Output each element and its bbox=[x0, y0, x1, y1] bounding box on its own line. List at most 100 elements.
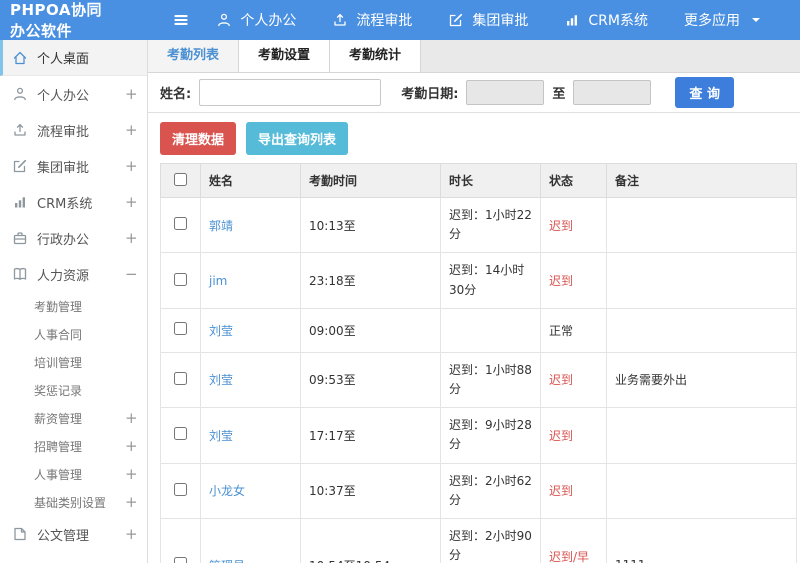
expand-toggle-icon[interactable]: + bbox=[125, 525, 138, 543]
table-row: jim 23:18至 迟到：14小时30分 迟到 bbox=[160, 252, 797, 309]
employee-name-link[interactable]: 刘莹 bbox=[209, 324, 233, 338]
sidebar-subitem-7-1[interactable]: 考勤管理 bbox=[0, 292, 147, 320]
sidebar-subitem-7-5[interactable]: 薪资管理 + bbox=[0, 404, 147, 432]
chart-icon bbox=[15, 197, 25, 208]
table-row: 刘莹 17:17至 迟到：9小时28分 迟到 bbox=[160, 407, 797, 464]
table-container: 姓名 考勤时间 时长 状态 备注 郭靖 10:13至 迟到：1小时22分 迟到 jim 23:18… bbox=[148, 163, 800, 563]
expand-toggle-icon[interactable]: + bbox=[125, 437, 138, 455]
top-nav-item-5[interactable]: 更多应用 bbox=[684, 10, 764, 30]
select-all-header bbox=[160, 163, 201, 198]
status-cell: 正常 bbox=[540, 307, 607, 353]
sidebar-item-7[interactable]: 人力资源 − bbox=[0, 256, 147, 292]
app-title: PHPOA协同办公软件 bbox=[10, 1, 102, 40]
clean-data-button[interactable]: 清理数据 bbox=[160, 122, 237, 155]
content-panel: 考勤列表 考勤设置 考勤统计 姓名: 考勤日期: 至 查 询 清理数据 导出查询列表… bbox=[148, 40, 800, 563]
employee-name-link[interactable]: 郭靖 bbox=[209, 219, 233, 233]
status-cell: 迟到 bbox=[540, 196, 607, 254]
time-cell: 10:13至 bbox=[300, 196, 441, 254]
sidebar-subitem-7-2[interactable]: 人事合同 bbox=[0, 320, 147, 348]
tab-2[interactable]: 考勤设置 bbox=[239, 40, 331, 72]
sidebar-item-label: 人力资源 bbox=[37, 268, 90, 284]
sidebar-subitem-7-4[interactable]: 奖惩记录 bbox=[0, 376, 147, 404]
date-from-input[interactable] bbox=[466, 80, 545, 105]
remark-cell bbox=[606, 307, 797, 353]
tab-3[interactable]: 考勤统计 bbox=[330, 40, 422, 72]
name-cell: 郭靖 bbox=[200, 196, 301, 254]
top-nav-item-label: CRM系统 bbox=[588, 13, 648, 29]
export-list-button[interactable]: 导出查询列表 bbox=[246, 122, 349, 155]
column-header-4: 状态 bbox=[540, 163, 607, 198]
hamburger-menu-button[interactable] bbox=[172, 11, 190, 29]
row-checkbox[interactable] bbox=[174, 557, 187, 563]
select-all-checkbox[interactable] bbox=[174, 172, 187, 186]
remark-cell: 业务需要外出 bbox=[606, 351, 797, 409]
sidebar-subitem-7-8[interactable]: 基础类别设置 + bbox=[0, 488, 147, 516]
sidebar-item-8[interactable]: 公文管理 + bbox=[0, 516, 147, 552]
row-checkbox[interactable] bbox=[174, 371, 187, 385]
top-nav-item-3[interactable]: 集团审批 bbox=[448, 10, 528, 30]
row-checkbox[interactable] bbox=[174, 427, 187, 441]
column-header-2: 考勤时间 bbox=[300, 163, 441, 198]
expand-toggle-icon[interactable]: + bbox=[125, 193, 138, 211]
name-label: 姓名: bbox=[160, 87, 192, 102]
user-icon bbox=[14, 87, 26, 101]
date-to-input[interactable] bbox=[573, 80, 652, 105]
row-checkbox-cell bbox=[160, 196, 201, 254]
expand-toggle-icon[interactable]: + bbox=[125, 157, 138, 175]
expand-toggle-icon[interactable]: + bbox=[125, 229, 138, 247]
top-nav-item-1[interactable]: 个人办公 bbox=[216, 10, 296, 30]
tab-1[interactable]: 考勤列表 bbox=[148, 40, 240, 72]
status-badge: 迟到 bbox=[549, 484, 574, 499]
expand-toggle-icon[interactable]: − bbox=[125, 265, 138, 283]
row-checkbox[interactable] bbox=[174, 322, 187, 336]
main-layout: 个人桌面 个人办公 + 流程审批 + 集团审批 + CRM系统 + 行政办公 + 人力资源 − 考勤管理人… bbox=[0, 40, 800, 563]
sidebar-item-4[interactable]: 集团审批 + bbox=[0, 148, 147, 184]
sidebar-item-9[interactable]: 用车管理+ bbox=[0, 552, 147, 563]
expand-toggle-icon[interactable]: + bbox=[125, 85, 138, 103]
remark-cell bbox=[606, 252, 797, 309]
sidebar-subitem-label: 招聘管理 bbox=[34, 439, 83, 454]
sidebar-subitem-label: 基础类别设置 bbox=[34, 495, 107, 510]
expand-toggle-icon[interactable]: + bbox=[125, 493, 138, 511]
sidebar-item-6[interactable]: 行政办公 + bbox=[0, 220, 147, 256]
status-badge: 迟到 bbox=[549, 274, 574, 289]
sidebar-subitem-7-6[interactable]: 招聘管理 + bbox=[0, 432, 147, 460]
employee-name-link[interactable]: 刘莹 bbox=[209, 429, 233, 443]
table-row: 刘莹 09:53至 迟到：1小时88分 迟到 业务需要外出 bbox=[160, 351, 797, 409]
employee-name-link[interactable]: 刘莹 bbox=[209, 373, 233, 387]
top-nav-item-4[interactable]: CRM系统 bbox=[564, 10, 648, 30]
employee-name-link[interactable]: 管理员 bbox=[209, 559, 245, 563]
sidebar-item-2[interactable]: 个人办公 + bbox=[0, 76, 147, 112]
sidebar-item-3[interactable]: 流程审批 + bbox=[0, 112, 147, 148]
search-button[interactable]: 查 询 bbox=[675, 77, 734, 108]
duration-cell: 迟到：14小时30分 bbox=[440, 252, 541, 309]
sidebar-subitem-7-7[interactable]: 人事管理 + bbox=[0, 460, 147, 488]
sidebar-item-5[interactable]: CRM系统 + bbox=[0, 184, 147, 220]
sidebar-subitem-7-3[interactable]: 培训管理 bbox=[0, 348, 147, 376]
time-cell: 10:37至 bbox=[300, 462, 441, 519]
expand-toggle-icon[interactable]: + bbox=[125, 121, 138, 139]
employee-name-link[interactable]: jim bbox=[209, 274, 227, 288]
expand-toggle-icon[interactable]: + bbox=[125, 409, 138, 427]
expand-toggle-icon[interactable]: + bbox=[125, 465, 138, 483]
remark-cell bbox=[606, 407, 797, 464]
row-checkbox-cell bbox=[160, 462, 201, 519]
row-checkbox-cell bbox=[160, 252, 201, 309]
filter-bar: 姓名: 考勤日期: 至 查 询 bbox=[148, 73, 800, 113]
name-cell: 小龙女 bbox=[200, 462, 301, 519]
sidebar-item-1[interactable]: 个人桌面 bbox=[0, 40, 147, 76]
caret-down-icon bbox=[752, 18, 760, 22]
sidebar-item-label: 个人办公 bbox=[37, 88, 90, 104]
book-icon bbox=[13, 267, 27, 280]
sidebar: 个人桌面 个人办公 + 流程审批 + 集团审批 + CRM系统 + 行政办公 + 人力资源 − 考勤管理人… bbox=[0, 40, 148, 563]
duration-cell: 迟到：2小时90分 早退：7小时10分 bbox=[440, 517, 541, 563]
row-checkbox[interactable] bbox=[174, 272, 187, 286]
remark-cell bbox=[606, 462, 797, 519]
name-input[interactable] bbox=[199, 79, 382, 106]
sidebar-item-label: 公文管理 bbox=[37, 528, 90, 544]
status-cell: 迟到 bbox=[540, 407, 607, 464]
row-checkbox[interactable] bbox=[174, 217, 187, 231]
employee-name-link[interactable]: 小龙女 bbox=[209, 484, 245, 498]
top-nav-item-2[interactable]: 流程审批 bbox=[332, 10, 412, 30]
row-checkbox[interactable] bbox=[174, 482, 187, 496]
